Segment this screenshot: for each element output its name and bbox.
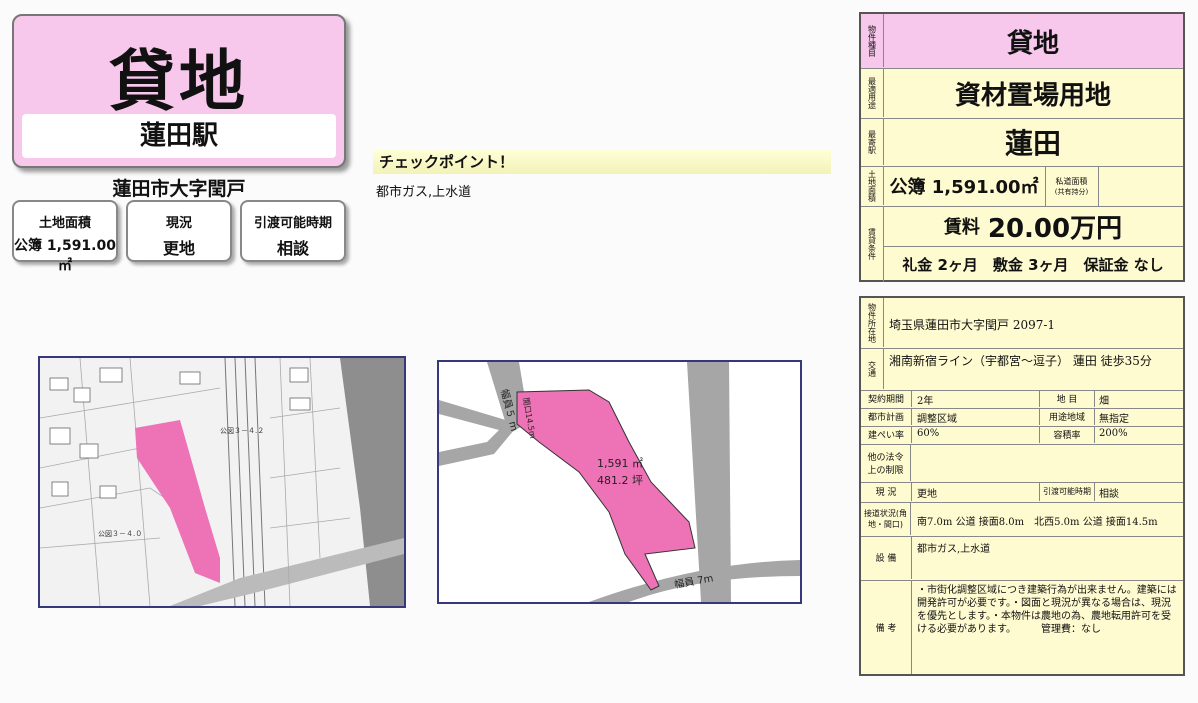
summary-row-station: 最寄駅 蓮田: [861, 118, 1183, 167]
info-box-handover: 引渡可能時期 相談: [240, 200, 346, 262]
detail-row-remarks: 備 考 ・市街化調整区域につき建築行為が出来ません。建築には開発許可が必要です。…: [861, 580, 1183, 674]
deposit-text: 礼金 2ヶ月 敷金 3ヶ月 保証金 なし: [902, 255, 1164, 274]
detail-row-status: 現 況 更地 引渡可能時期 相談: [861, 482, 1183, 503]
row-label: 建ぺい率: [861, 426, 912, 443]
detail-status: 更地: [917, 489, 937, 500]
row-label: 現 況: [861, 482, 912, 501]
detail-row-plan: 都市計画 調整区域 用途地域 無指定: [861, 408, 1183, 427]
info-box-status: 現況 更地: [126, 200, 232, 262]
row-label: 備 考: [861, 580, 912, 674]
detail-location: 埼玉県蓮田市大字閏戸 2097-1: [889, 318, 1056, 332]
private-road-sub: (共有持分): [1054, 188, 1089, 196]
info-label: 現況: [165, 216, 192, 231]
detail-zone: 無指定: [1099, 414, 1129, 425]
detail-handover: 相談: [1099, 489, 1119, 500]
row-label: 最寄駅: [861, 118, 884, 165]
row-label: 他の法令上の制限: [861, 444, 911, 481]
detail-row-contract: 契約期間 2年 地 目 畑: [861, 390, 1183, 409]
summary-row-type: 物件種目 貸地: [861, 14, 1183, 69]
detail-contract: 2年: [917, 396, 934, 407]
map-label-2: 公図３－４.０: [98, 530, 142, 538]
detail-road: 南7.0m 公道 接面8.0m 北西5.0m 公道 接面14.5m: [917, 517, 1158, 528]
row-label: 設 備: [861, 536, 912, 579]
row-label: 接道状況(角地・間口): [861, 502, 911, 535]
map-label-1: 公図３－４.２: [220, 427, 264, 435]
info-label: 土地面積: [38, 216, 91, 231]
station-title: 蓮田駅: [22, 114, 336, 158]
checkpoint-title: チェックポイント！: [373, 150, 831, 174]
summary-row-area: 土地面積 公簿 1,591.00㎡ 私道面積 (共有持分): [861, 166, 1183, 207]
detail-transport: 湘南新宿ライン（宇都宮～逗子） 蓮田 徒歩35分: [889, 354, 1152, 368]
info-value: 更地: [162, 239, 195, 258]
detail-row-legal: 他の法令上の制限: [861, 444, 1183, 483]
row-label: 賃貸条件: [861, 206, 884, 282]
area-tsubo-label: 481.2 坪: [597, 474, 643, 487]
title-card: 貸地 蓮田駅: [12, 14, 346, 168]
summary-station: 蓮田: [1004, 127, 1061, 160]
detail-row-transport: 交通 湘南新宿ライン（宇都宮～逗子） 蓮田 徒歩35分: [861, 348, 1183, 391]
details-panel: 物件所在地 埼玉県蓮田市大字閏戸 2097-1 交通 湘南新宿ライン（宇都宮～逗…: [859, 296, 1185, 676]
info-box-area: 土地面積 公簿 1,591.00㎡: [12, 200, 118, 274]
detail-landcat: 畑: [1099, 396, 1109, 407]
survey-graphic: 1,591 ㎡ 481.2 坪 間口14.5m 幅員５ m 幅員 7m: [439, 362, 800, 602]
row-label: 都市計画: [861, 408, 912, 425]
map-graphic: 公図３－４.２ 公図３－４.０: [39, 357, 404, 607]
cadastral-map: 公図３－４.２ 公図３－４.０: [38, 356, 406, 608]
summary-type: 貸地: [1006, 28, 1059, 59]
detail-plan: 調整区域: [917, 414, 957, 425]
address-text: 蓮田市大字閏戸: [112, 178, 246, 200]
detail-remarks: ・市街化調整区域につき建築行為が出来ません。建築には開発許可が必要です。・図面と…: [917, 585, 1177, 635]
detail-far: 200%: [1099, 428, 1128, 439]
road-vertical: [687, 362, 731, 602]
summary-use: 資材置場用地: [954, 80, 1111, 111]
summary-panel: 物件種目 貸地 最適用途 資材置場用地 最寄駅 蓮田 土地面積 公簿 1,591…: [859, 12, 1185, 282]
row-label: 容積率: [1039, 426, 1095, 443]
summary-rent-row: 賃料 20.00万円: [883, 206, 1183, 247]
summary-row-use: 最適用途 資材置場用地: [861, 68, 1183, 119]
info-value: 相談: [276, 239, 309, 258]
rent-value: 20.00万円: [987, 213, 1123, 244]
summary-area: 公簿 1,591.00㎡: [883, 166, 1046, 206]
row-label: 交通: [861, 348, 884, 389]
detail-row-location: 物件所在地 埼玉県蓮田市大字閏戸 2097-1: [861, 298, 1183, 349]
row-label: 契約期間: [861, 390, 912, 407]
checkpoint-body: 都市ガス,上水道: [376, 185, 472, 200]
row-label: 土地面積: [861, 166, 884, 205]
row-label: 物件所在地: [861, 298, 884, 347]
area-m2-label: 1,591 ㎡: [597, 457, 643, 470]
survey-drawing: 1,591 ㎡ 481.2 坪 間口14.5m 幅員５ m 幅員 7m: [437, 360, 802, 604]
info-label: 引渡可能時期: [253, 216, 332, 231]
private-road-label-cell: 私道面積 (共有持分): [1045, 166, 1099, 206]
detail-bcr: 60%: [917, 428, 940, 439]
row-label: 用途地域: [1039, 408, 1095, 425]
rent-prefix: 賃料: [943, 217, 980, 238]
row-label: 物件種目: [861, 14, 884, 67]
row-label: 地 目: [1039, 390, 1095, 407]
detail-row-facility: 設 備 都市ガス,上水道: [861, 536, 1183, 581]
detail-row-road: 接道状況(角地・間口) 南7.0m 公道 接面8.0m 北西5.0m 公道 接面…: [861, 502, 1183, 537]
property-type-title: 貸地: [109, 43, 249, 120]
survey-parcel: [516, 389, 696, 591]
private-road-label: 私道面積: [1055, 177, 1088, 186]
row-label: 引渡可能時期: [1039, 482, 1095, 501]
info-value: 公簿 1,591.00㎡: [14, 238, 116, 274]
row-label: 最適用途: [861, 68, 884, 117]
detail-row-bcr: 建ぺい率 60% 容積率 200%: [861, 426, 1183, 445]
detail-facility: 都市ガス,上水道: [917, 544, 991, 555]
